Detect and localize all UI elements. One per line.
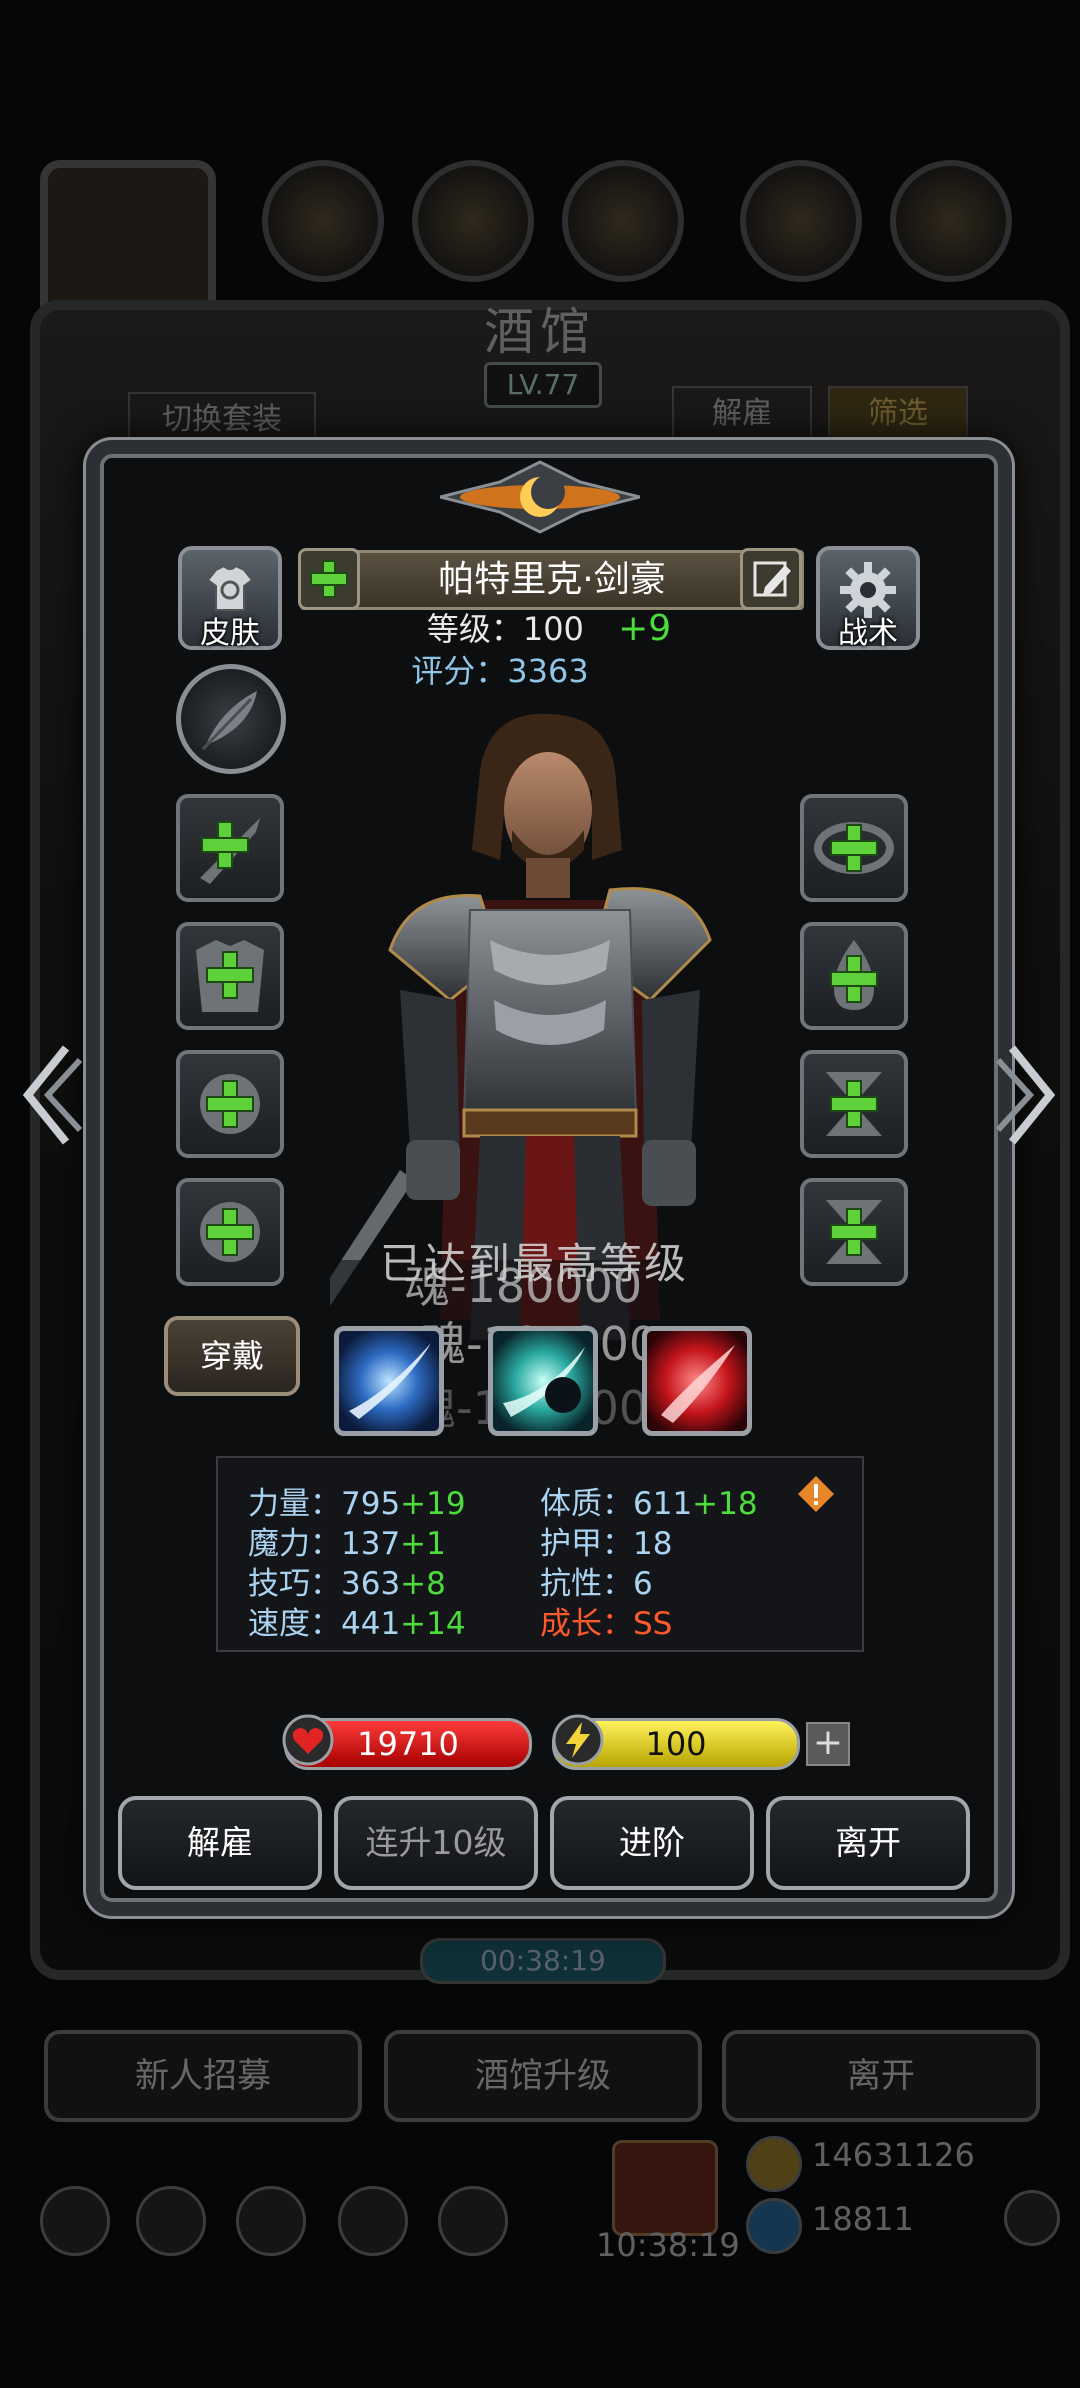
crest-ornament — [440, 460, 640, 534]
bg-menu-icon — [136, 2186, 206, 2256]
bg-bottom-time: 10:38:19 — [596, 2226, 740, 2264]
dismiss-button[interactable]: 解雇 — [118, 1796, 322, 1890]
ring-plus-icon — [200, 1074, 260, 1134]
bg-upgrade-button: 酒馆升级 — [384, 2030, 702, 2122]
stat-armor: 护甲：18 — [540, 1526, 673, 1562]
bg-filter-tab: 筛选 — [828, 386, 968, 442]
stat-speed: 速度：441+14 — [248, 1606, 466, 1642]
amulet-plus-icon — [830, 940, 878, 1010]
blue-slash-icon — [349, 1343, 431, 1419]
add-energy-button[interactable]: + — [806, 1722, 850, 1766]
level-up-10-button[interactable]: 连升10级 — [334, 1796, 538, 1890]
stat-magic: 魔力：137+1 — [248, 1526, 446, 1562]
ring-plus-icon — [814, 822, 894, 874]
rename-add-button[interactable] — [298, 548, 360, 610]
bg-gold-icon — [746, 2136, 802, 2192]
bg-slot-icon — [562, 160, 684, 282]
heart-icon — [282, 1714, 334, 1766]
feather-icon — [201, 691, 257, 751]
pencil-icon — [753, 561, 791, 597]
bg-title: 酒馆 — [484, 303, 596, 361]
bg-add-icon — [1004, 2190, 1060, 2246]
armor-slot[interactable] — [176, 922, 284, 1030]
hero-name-plate: 帕特里克·剑豪 — [300, 550, 804, 610]
warning-icon[interactable] — [796, 1474, 836, 1514]
tactics-label: 战术 — [838, 616, 898, 651]
bg-slot-icon — [740, 160, 862, 282]
stat-skill: 技巧：363+8 — [248, 1566, 446, 1602]
edit-name-button[interactable] — [740, 548, 802, 610]
bg-slot-icon — [262, 160, 384, 282]
bg-timer: 00:38:19 — [420, 1938, 666, 1984]
accessory-slot[interactable] — [176, 1050, 284, 1158]
tactics-button[interactable]: 战术 — [816, 546, 920, 651]
accessory-slot-2[interactable] — [176, 1178, 284, 1286]
bg-gem-count: 18811 — [812, 2200, 914, 2238]
skill-slot-1[interactable] — [334, 1326, 444, 1436]
skin-button[interactable]: 皮肤 — [178, 546, 282, 651]
hero-score: 评分：3363 — [411, 652, 589, 690]
skin-label: 皮肤 — [200, 616, 260, 651]
skill-slot-3[interactable] — [642, 1326, 752, 1436]
bg-level-badge: LV.77 — [484, 362, 602, 408]
bg-leave-button: 离开 — [722, 2030, 1040, 2122]
amulet-slot[interactable] — [800, 922, 908, 1030]
prev-hero-arrow-icon[interactable] — [14, 1040, 84, 1150]
bg-gold-count: 14631126 — [812, 2136, 975, 2174]
hero-name: 帕特里克·剑豪 — [438, 559, 666, 600]
bg-recruit-button: 新人招募 — [44, 2030, 362, 2122]
sword-plus-icon — [200, 818, 260, 884]
soul-cost-1: 魂-180000 — [404, 1259, 643, 1313]
bg-menu-icon — [236, 2186, 306, 2256]
rune-slot[interactable] — [800, 1050, 908, 1158]
stat-resistance: 抗性：6 — [540, 1566, 653, 1602]
red-slash-icon — [661, 1345, 735, 1423]
ring-slot[interactable] — [800, 794, 908, 902]
leave-button[interactable]: 离开 — [766, 1796, 970, 1890]
feather-slot[interactable] — [176, 664, 286, 774]
bg-gem-icon — [746, 2198, 802, 2254]
stat-strength: 力量：795+19 — [248, 1486, 466, 1522]
stat-growth: 成长：SS — [540, 1606, 673, 1642]
bg-slot-icon — [890, 160, 1012, 282]
weapon-slot[interactable] — [176, 794, 284, 902]
next-hero-arrow-icon[interactable] — [994, 1040, 1064, 1150]
bg-menu-icon — [338, 2186, 408, 2256]
plus-icon — [310, 560, 348, 598]
hero-level: 等级：100 +9 — [300, 604, 798, 650]
armor-plus-icon — [196, 940, 264, 1012]
wear-button[interactable]: 穿戴 — [164, 1316, 300, 1396]
bg-menu-icon — [40, 2186, 110, 2256]
teal-slash-icon — [503, 1347, 585, 1417]
bg-gift-icon — [612, 2140, 718, 2236]
level-text: 等级：100 — [426, 610, 584, 648]
rune-slot-2[interactable] — [800, 1178, 908, 1286]
bg-dismiss-tab: 解雇 — [672, 386, 812, 442]
stat-constitution: 体质：611+18 — [540, 1486, 758, 1522]
lightning-icon — [552, 1714, 604, 1766]
level-bonus: +9 — [618, 608, 672, 649]
ring-plus-icon — [200, 1202, 260, 1262]
hourglass-plus-icon — [826, 1072, 882, 1136]
hourglass-plus-icon — [826, 1200, 882, 1264]
skill-slot-2[interactable] — [488, 1326, 598, 1436]
bg-menu-icon — [438, 2186, 508, 2256]
bg-slot-icon — [412, 160, 534, 282]
advance-button[interactable]: 进阶 — [550, 1796, 754, 1890]
